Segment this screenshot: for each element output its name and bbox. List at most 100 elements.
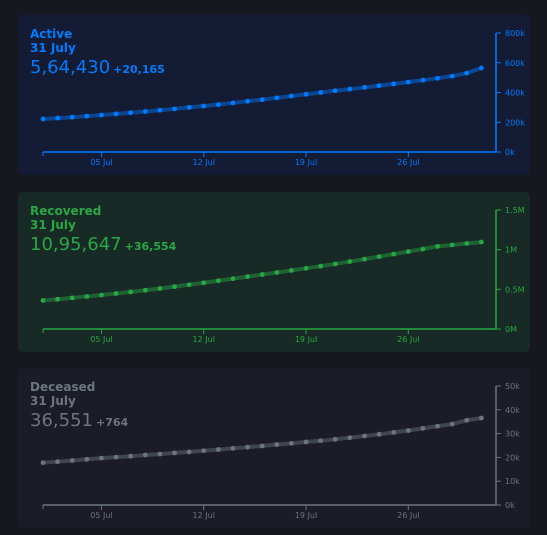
data-point <box>142 109 148 114</box>
x-tick-label: 05 Jul <box>90 335 112 344</box>
data-point <box>128 289 134 295</box>
y-tick-label: 0k <box>505 501 515 510</box>
data-point <box>376 83 382 89</box>
data-point <box>69 458 75 463</box>
data-point <box>464 70 470 76</box>
data-point <box>289 440 294 446</box>
total-value: 5,64,430 <box>30 57 111 78</box>
data-point <box>157 286 163 291</box>
y-tick-label: 10k <box>505 477 520 486</box>
data-point <box>362 433 367 439</box>
data-point <box>274 95 280 101</box>
y-tick-label: 40k <box>505 406 520 415</box>
panel-title: Deceased <box>30 380 96 394</box>
data-point <box>201 280 207 286</box>
data-point <box>69 295 75 301</box>
data-point <box>113 291 119 296</box>
data-point <box>347 435 353 441</box>
data-point <box>215 278 221 284</box>
data-point <box>201 448 207 454</box>
x-tick-label: 12 Jul <box>193 335 215 344</box>
data-point <box>84 294 90 299</box>
data-point <box>347 86 353 92</box>
data-point <box>157 107 163 113</box>
x-tick-label: 26 Jul <box>397 158 419 167</box>
data-point <box>332 88 338 94</box>
data-point <box>230 445 236 451</box>
data-point <box>435 75 440 81</box>
total-value: 10,95,647 <box>30 234 122 255</box>
panel-header: Active 31 July 5,64,430 +20,165 <box>30 27 165 81</box>
panel-value: 36,551 +764 <box>30 410 128 434</box>
data-point <box>172 450 177 456</box>
data-point <box>391 251 397 257</box>
x-tick-label: 19 Jul <box>295 335 317 344</box>
panel-date: 31 July <box>30 394 76 408</box>
y-tick-label: 0M <box>505 325 517 334</box>
y-tick-label: 0k <box>505 148 515 157</box>
y-tick-label: 800k <box>505 29 525 38</box>
y-tick-label: 20k <box>505 453 520 462</box>
data-point <box>435 244 440 249</box>
data-point <box>259 272 265 277</box>
data-point <box>69 114 75 120</box>
x-tick-label: 19 Jul <box>295 158 317 167</box>
data-point <box>142 287 148 293</box>
data-point <box>99 112 104 118</box>
panel-deceased: 05 Jul 12 Jul 19 Jul 26 Jul 0k 10k 20k 30k 40k 50… <box>18 368 530 528</box>
data-point <box>186 282 192 288</box>
data-point <box>84 456 90 462</box>
x-tick-label: 12 Jul <box>193 158 215 167</box>
x-tick-label: 26 Jul <box>397 335 419 344</box>
data-point <box>84 113 90 119</box>
data-point <box>259 97 265 103</box>
data-point <box>245 444 250 450</box>
data-point <box>157 451 163 457</box>
panel-header: Deceased 31 July 36,551 +764 <box>30 380 128 434</box>
panel-title: Recovered <box>30 204 102 218</box>
data-point <box>464 417 470 423</box>
x-tick-label: 19 Jul <box>295 511 317 520</box>
data-point <box>478 415 484 421</box>
data-point <box>289 93 294 99</box>
x-tick-label: 26 Jul <box>397 511 419 520</box>
panel-recovered: 05 Jul 12 Jul 19 Jul 26 Jul 0M 0.5M 1M 1.5M Rec… <box>18 192 530 352</box>
delta-value: +764 <box>95 416 129 429</box>
data-point <box>201 103 207 109</box>
data-point <box>391 430 397 435</box>
y-tick-label: 1.5M <box>505 206 525 215</box>
data-point <box>318 263 324 269</box>
total-value: 36,551 <box>30 410 93 431</box>
data-point <box>303 439 309 445</box>
data-point <box>303 91 309 97</box>
data-point <box>274 442 280 447</box>
data-point <box>391 81 397 87</box>
data-point <box>405 249 411 254</box>
data-point <box>172 106 177 112</box>
data-point <box>274 270 280 275</box>
data-point <box>318 90 324 95</box>
data-point <box>128 110 134 116</box>
data-point <box>186 449 192 455</box>
data-point <box>99 292 104 298</box>
data-point <box>230 100 236 106</box>
x-tick-label: 12 Jul <box>193 511 215 520</box>
data-point <box>186 104 192 110</box>
delta-value: +36,554 <box>124 240 177 253</box>
data-point <box>113 111 119 117</box>
data-point <box>347 259 353 264</box>
data-point <box>215 447 221 452</box>
data-point <box>420 246 426 252</box>
panel-header: Recovered 31 July 10,95,647 +36,554 <box>30 204 176 258</box>
y-tick-label: 400k <box>505 89 525 98</box>
data-point <box>245 98 250 104</box>
data-point <box>40 298 46 303</box>
data-point <box>449 73 455 79</box>
data-point <box>420 425 426 431</box>
data-point <box>362 256 367 262</box>
y-tick-label: 200k <box>505 118 525 127</box>
data-point <box>478 65 484 71</box>
panel-value: 10,95,647 +36,554 <box>30 234 176 258</box>
data-point <box>435 423 440 429</box>
data-point <box>259 443 265 449</box>
